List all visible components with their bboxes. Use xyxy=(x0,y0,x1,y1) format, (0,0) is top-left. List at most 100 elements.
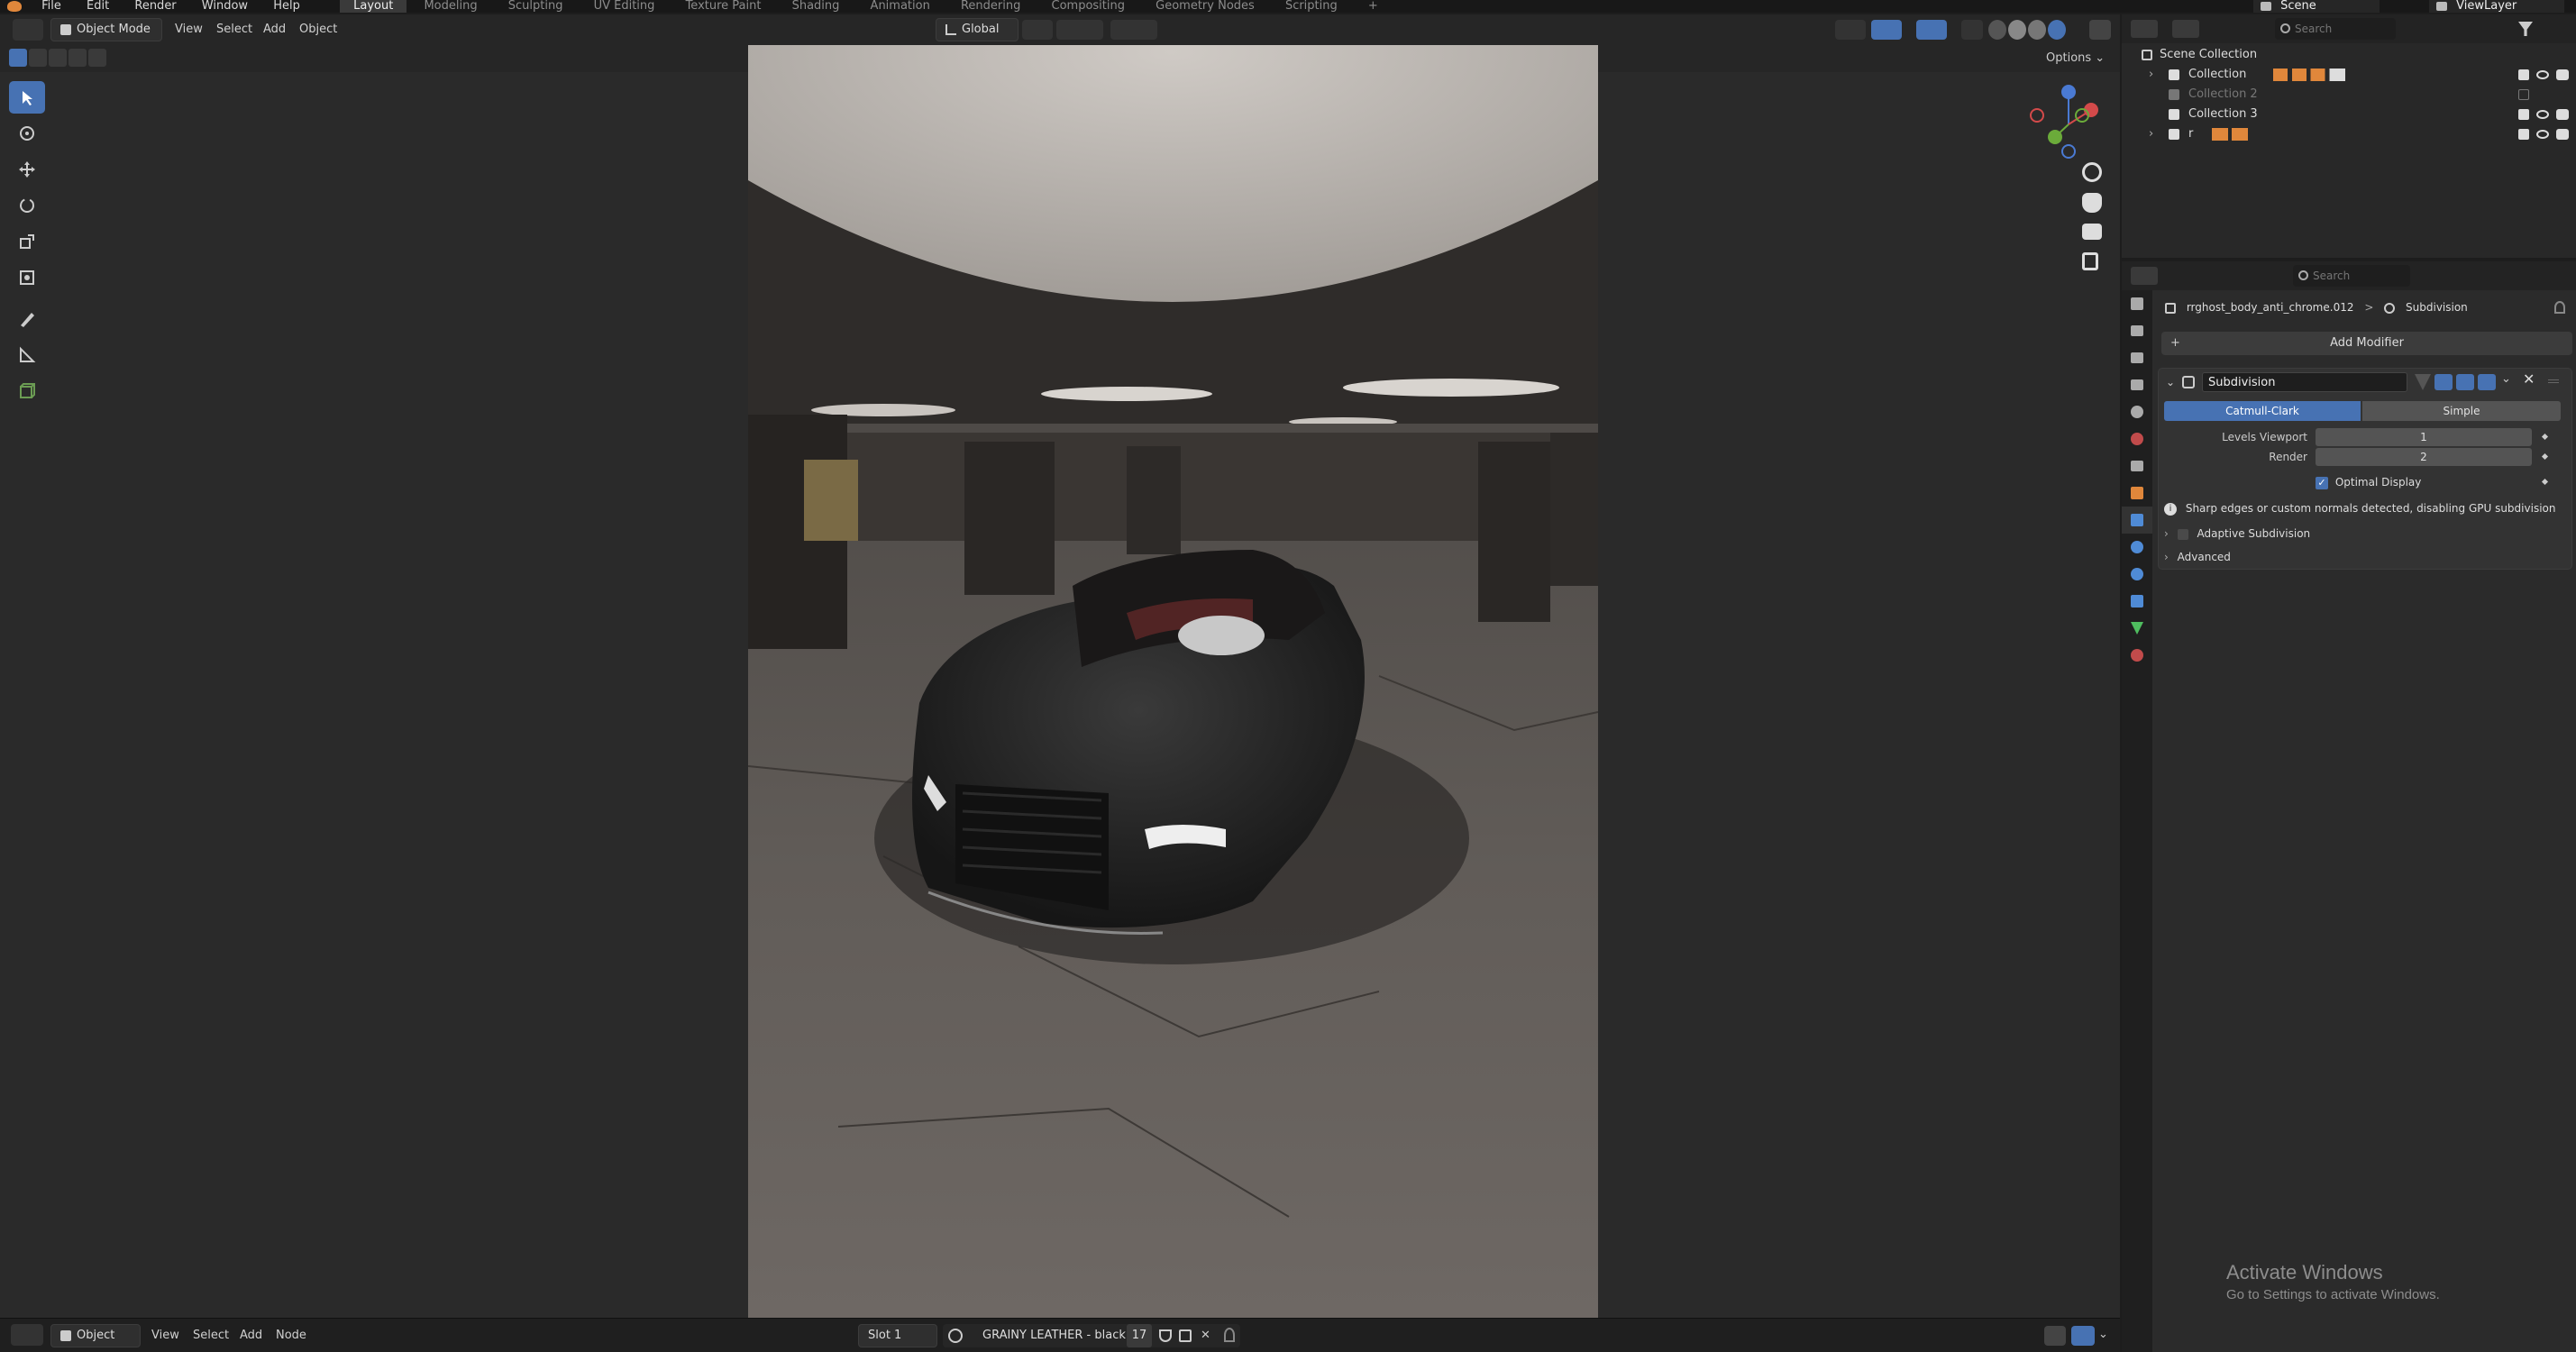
menu-window[interactable]: Window xyxy=(191,0,259,13)
tab-geometry-nodes[interactable]: Geometry Nodes xyxy=(1142,0,1268,13)
select-difference-icon[interactable] xyxy=(69,49,87,67)
measure-tool-icon[interactable] xyxy=(9,339,45,371)
outliner-filter-icon[interactable] xyxy=(2518,22,2533,36)
tool-tab-icon[interactable] xyxy=(2122,290,2152,317)
overlay-dropdown-icon[interactable]: ⌄ xyxy=(2098,1328,2108,1341)
xray-icon[interactable] xyxy=(1961,20,1983,40)
snap-icon[interactable] xyxy=(1056,20,1103,40)
proportional-edit-icon[interactable] xyxy=(1110,20,1157,40)
material-users-count[interactable]: 17 xyxy=(1127,1324,1152,1347)
pivot-icon[interactable] xyxy=(1022,20,1053,40)
camera-view-icon[interactable] xyxy=(2082,224,2102,240)
adaptive-subdivision-section[interactable]: › Adaptive Subdivision xyxy=(2164,524,2561,544)
overlay-footer-icon[interactable] xyxy=(2071,1326,2095,1346)
select-intersect-icon[interactable] xyxy=(88,49,106,67)
unlink-material-icon[interactable]: ✕ xyxy=(1201,1324,1210,1347)
pan-hand-icon[interactable] xyxy=(2082,193,2102,213)
eye-icon[interactable] xyxy=(2536,70,2549,79)
shader-type-selector[interactable]: Object xyxy=(50,1324,141,1347)
modifier-tab-icon[interactable] xyxy=(2122,507,2152,534)
collapse-chevron-icon[interactable]: ⌄ xyxy=(2166,376,2175,388)
levels-viewport-field[interactable]: 1 xyxy=(2316,428,2532,446)
optimal-display-row[interactable]: ✓ Optimal Display xyxy=(2316,473,2541,491)
type-catmull-clark[interactable]: Catmull-Clark xyxy=(2164,401,2361,421)
material-slot-selector[interactable]: Slot 1 xyxy=(858,1324,937,1347)
options-dropdown[interactable]: Options ⌄ xyxy=(2046,49,2105,69)
outliner-search-input[interactable] xyxy=(2295,18,2385,40)
transform-orientation[interactable]: Global xyxy=(936,18,1019,41)
outliner-row-scene-collection[interactable]: Scene Collection xyxy=(2122,45,2576,65)
tab-sculpting[interactable]: Sculpting xyxy=(495,0,577,13)
remove-modifier-icon[interactable]: ✕ xyxy=(2523,370,2535,388)
rotate-tool-icon[interactable] xyxy=(9,189,45,222)
menu-file[interactable]: File xyxy=(31,0,72,13)
tab-uv-editing[interactable]: UV Editing xyxy=(580,0,669,13)
outliner-display-mode-icon[interactable] xyxy=(2172,20,2199,38)
render-levels-field[interactable]: 2 xyxy=(2316,448,2532,466)
scene-tab-icon[interactable] xyxy=(2122,398,2152,425)
expand-arrow-icon[interactable]: › xyxy=(2149,124,2153,144)
eye-icon[interactable] xyxy=(2536,110,2549,119)
optimal-display-checkbox[interactable]: ✓ xyxy=(2316,476,2328,489)
scene-selector[interactable]: Scene xyxy=(2253,0,2380,13)
shading-solid-icon[interactable] xyxy=(2008,20,2026,40)
on-cage-icon[interactable] xyxy=(2415,374,2431,390)
tab-texture-paint[interactable]: Texture Paint xyxy=(672,0,775,13)
exclude-checkbox-icon[interactable] xyxy=(2518,89,2529,100)
footer-menu-add[interactable]: Add xyxy=(231,1324,271,1347)
material-tab-icon[interactable] xyxy=(2122,642,2152,669)
select-subtract-icon[interactable] xyxy=(49,49,67,67)
advanced-section[interactable]: › Advanced xyxy=(2164,547,2561,567)
outliner-row-collection-3[interactable]: Collection 3 xyxy=(2122,105,2576,124)
menu-edit[interactable]: Edit xyxy=(76,0,120,13)
keyframe-dot-icon[interactable] xyxy=(2541,433,2549,441)
viewport-menu-add[interactable]: Add xyxy=(254,18,295,41)
visibility-icon[interactable] xyxy=(1835,20,1866,40)
shading-options-icon[interactable] xyxy=(2069,20,2082,40)
outliner-search[interactable] xyxy=(2275,18,2396,40)
material-selector[interactable]: GRAINY LEATHER - black 17 ✕ xyxy=(943,1324,1240,1347)
keyframe-dot-icon[interactable] xyxy=(2541,452,2549,461)
editor-type-icon[interactable] xyxy=(11,1324,43,1346)
add-cube-tool-icon[interactable] xyxy=(9,375,45,407)
properties-editor-icon[interactable] xyxy=(2131,267,2158,285)
dropdown-icon[interactable]: ⌄ xyxy=(2501,372,2511,386)
axis-y-icon[interactable] xyxy=(2048,130,2062,144)
viewlayer-selector[interactable]: ViewLayer xyxy=(2429,0,2564,13)
move-tool-icon[interactable] xyxy=(9,153,45,186)
tab-modeling[interactable]: Modeling xyxy=(410,0,490,13)
shading-material-icon[interactable] xyxy=(2028,20,2046,40)
data-tab-icon[interactable] xyxy=(2122,615,2152,642)
pin-icon[interactable] xyxy=(1224,1328,1235,1342)
axis-neg-x-icon[interactable] xyxy=(2030,108,2044,123)
transform-tool-icon[interactable] xyxy=(9,261,45,294)
collection-tab-icon[interactable] xyxy=(2122,452,2152,480)
camera-icon[interactable] xyxy=(2556,69,2569,80)
pin-icon[interactable] xyxy=(2554,301,2565,314)
shading-rendered-icon[interactable] xyxy=(2048,20,2066,40)
viewport-menu-object[interactable]: Object xyxy=(290,18,346,41)
cursor-tool-icon[interactable] xyxy=(9,117,45,150)
snap-footer-icon[interactable] xyxy=(2044,1326,2066,1346)
type-simple[interactable]: Simple xyxy=(2362,401,2561,421)
zoom-icon[interactable] xyxy=(2082,162,2102,182)
view-layer-tab-icon[interactable] xyxy=(2122,371,2152,398)
footer-menu-node[interactable]: Node xyxy=(267,1324,315,1347)
render-display-icon[interactable] xyxy=(2478,374,2496,390)
object-tab-icon[interactable] xyxy=(2122,480,2152,507)
properties-search-input[interactable] xyxy=(2313,265,2403,287)
overlay-toggle-icon[interactable] xyxy=(1916,20,1947,40)
exclude-checkbox-icon[interactable] xyxy=(2518,109,2529,120)
menu-render[interactable]: Render xyxy=(123,0,187,13)
exclude-checkbox-icon[interactable] xyxy=(2518,129,2529,140)
axis-neg-z-icon[interactable] xyxy=(2061,144,2076,159)
annotate-tool-icon[interactable] xyxy=(9,303,45,335)
expand-arrow-icon[interactable]: › xyxy=(2149,65,2153,85)
tab-scripting[interactable]: Scripting xyxy=(1272,0,1351,13)
add-modifier-button[interactable]: + Add Modifier xyxy=(2161,332,2572,355)
fake-user-shield-icon[interactable] xyxy=(1159,1329,1172,1342)
properties-search[interactable] xyxy=(2293,265,2410,287)
mode-selector[interactable]: Object Mode xyxy=(50,18,162,41)
duplicate-material-icon[interactable] xyxy=(1179,1329,1192,1342)
keyframe-dot-icon[interactable] xyxy=(2541,478,2549,486)
